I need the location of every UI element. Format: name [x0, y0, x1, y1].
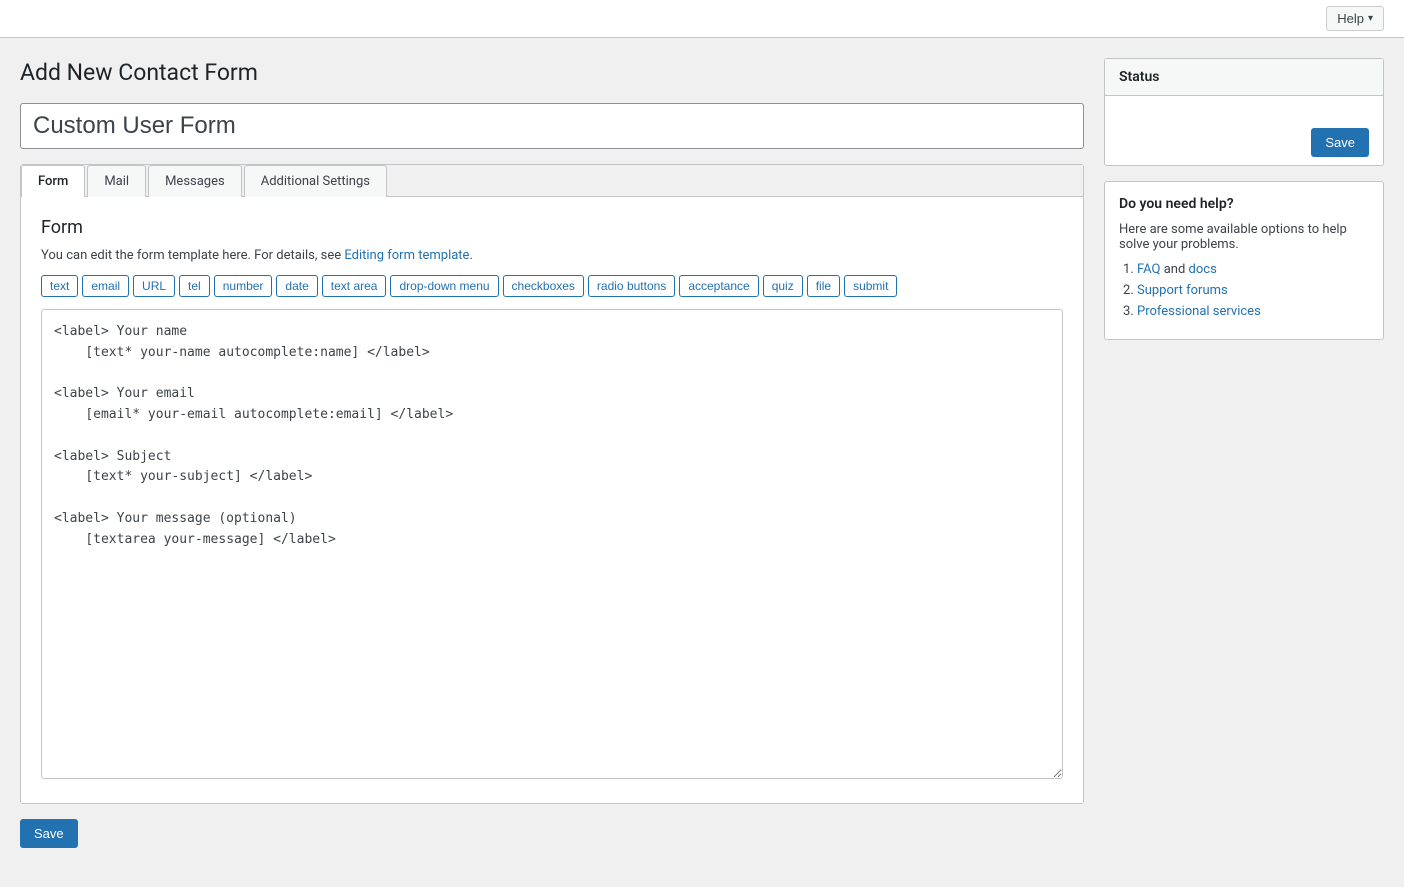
tag-button-date[interactable]: date — [276, 275, 317, 297]
form-description: You can edit the form template here. For… — [41, 248, 1063, 263]
editing-form-template-link[interactable]: Editing form template — [344, 248, 469, 263]
form-name-input[interactable] — [20, 103, 1084, 149]
tag-button-radio-buttons[interactable]: radio buttons — [588, 275, 675, 297]
help-label: Help — [1337, 11, 1364, 26]
tab-messages[interactable]: Messages — [148, 165, 242, 197]
form-editor-textarea[interactable] — [41, 309, 1063, 779]
bottom-save-area: Save — [20, 819, 1084, 848]
status-box-title: Status — [1105, 59, 1383, 96]
bottom-save-button[interactable]: Save — [20, 819, 78, 848]
status-box-content — [1105, 96, 1383, 120]
help-button[interactable]: Help ▾ — [1326, 6, 1384, 31]
tag-button-quiz[interactable]: quiz — [763, 275, 803, 297]
page-wrapper: Add New Contact Form Form Mail Messages … — [0, 38, 1404, 868]
support-forums-link[interactable]: Support forums — [1137, 283, 1228, 298]
tag-buttons-container: textemailURLtelnumberdatetext areadrop-d… — [41, 275, 1063, 297]
form-section-title: Form — [41, 217, 1063, 238]
tag-button-email[interactable]: email — [82, 275, 129, 297]
tag-button-submit[interactable]: submit — [844, 275, 897, 297]
help-links-list: FAQ and docs Support forums Professional… — [1119, 262, 1369, 319]
tag-button-drop-down-menu[interactable]: drop-down menu — [390, 275, 498, 297]
page-title: Add New Contact Form — [20, 58, 1084, 88]
help-box-title: Do you need help? — [1119, 196, 1369, 212]
tab-mail[interactable]: Mail — [87, 165, 146, 197]
tag-button-file[interactable]: file — [807, 275, 840, 297]
tab-form[interactable]: Form — [21, 165, 85, 197]
docs-link[interactable]: docs — [1189, 262, 1217, 277]
tab-content-form: Form You can edit the form template here… — [21, 197, 1083, 803]
top-bar: Help ▾ — [0, 0, 1404, 38]
help-box-content: Do you need help? Here are some availabl… — [1105, 182, 1383, 339]
tab-additional-settings[interactable]: Additional Settings — [244, 165, 387, 197]
tag-button-number[interactable]: number — [214, 275, 273, 297]
sidebar-save-row: Save — [1105, 120, 1383, 165]
tag-button-acceptance[interactable]: acceptance — [679, 275, 758, 297]
professional-services-link[interactable]: Professional services — [1137, 304, 1261, 319]
sidebar: Status Save Do you need help? Here are s… — [1104, 58, 1384, 355]
chevron-down-icon: ▾ — [1368, 13, 1373, 24]
tag-button-URL[interactable]: URL — [133, 275, 175, 297]
tag-button-text[interactable]: text — [41, 275, 78, 297]
help-link-item-2: Support forums — [1137, 283, 1369, 298]
status-box: Status Save — [1104, 58, 1384, 166]
and-separator: and — [1164, 262, 1189, 277]
tag-button-tel[interactable]: tel — [179, 275, 210, 297]
tabs-header: Form Mail Messages Additional Settings — [21, 165, 1083, 197]
help-link-item-3: Professional services — [1137, 304, 1369, 319]
help-box: Do you need help? Here are some availabl… — [1104, 181, 1384, 340]
tag-button-checkboxes[interactable]: checkboxes — [503, 275, 584, 297]
tag-button-text-area[interactable]: text area — [322, 275, 387, 297]
faq-link[interactable]: FAQ — [1137, 262, 1160, 277]
main-content: Add New Contact Form Form Mail Messages … — [20, 58, 1084, 848]
sidebar-save-button[interactable]: Save — [1311, 128, 1369, 157]
form-description-suffix: . — [469, 248, 472, 263]
form-description-prefix: You can edit the form template here. For… — [41, 248, 341, 263]
help-box-description: Here are some available options to help … — [1119, 222, 1369, 252]
tabs-wrapper: Form Mail Messages Additional Settings F… — [20, 164, 1084, 804]
help-link-item-1: FAQ and docs — [1137, 262, 1369, 277]
